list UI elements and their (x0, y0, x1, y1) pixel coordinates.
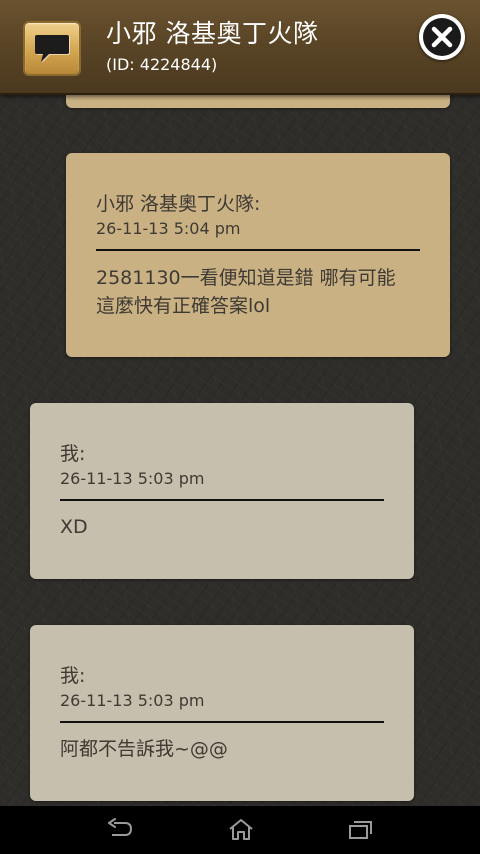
message-divider (60, 499, 384, 501)
system-navigation-bar (0, 806, 480, 854)
message-sender: 小邪 洛基奧丁火隊: (96, 193, 261, 215)
message-bubble-sent[interactable]: 我: 26-11-13 5:03 pm XD (30, 403, 414, 579)
recent-apps-icon[interactable] (346, 818, 376, 842)
message-bubble-sent[interactable]: 我: 26-11-13 5:03 pm 阿都不告訴我~@@ (30, 625, 414, 801)
message-timestamp: 26-11-13 5:04 pm (96, 219, 241, 238)
message-sender: 我: (60, 443, 86, 465)
contact-name: 小邪 洛基奧丁火隊 (106, 19, 319, 48)
close-icon (431, 26, 453, 48)
message-bubble-received[interactable]: 小邪 洛基奧丁火隊: 26-11-13 5:04 pm 2581130一看便知道… (66, 153, 450, 357)
message-sender: 我: (60, 665, 86, 687)
chat-header: 小邪 洛基奧丁火隊 (ID: 4224844) (0, 0, 480, 95)
contact-id: (ID: 4224844) (106, 55, 218, 74)
message-divider (60, 721, 384, 723)
message-timestamp: 26-11-13 5:03 pm (60, 469, 205, 488)
message-text: 阿都不告訴我~@@ (60, 738, 228, 760)
close-button[interactable] (419, 14, 465, 60)
chat-bubble-icon (23, 21, 81, 76)
message-timestamp: 26-11-13 5:03 pm (60, 691, 205, 710)
previous-message-bubble (66, 93, 450, 108)
message-divider (96, 249, 420, 251)
message-text: 2581130一看便知道是錯 哪有可能這麼快有正確答案lol (96, 267, 396, 317)
chat-messages-list[interactable]: 小邪 洛基奧丁火隊: 26-11-13 5:04 pm 2581130一看便知道… (0, 93, 480, 806)
home-icon[interactable] (226, 818, 256, 842)
message-text: XD (60, 516, 88, 538)
back-icon[interactable] (106, 818, 136, 842)
